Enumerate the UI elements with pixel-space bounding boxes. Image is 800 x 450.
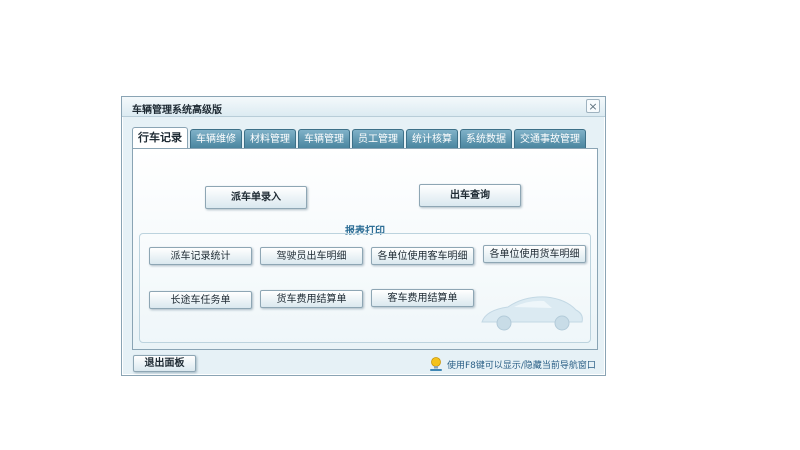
close-button[interactable]: × (586, 99, 600, 113)
tab-materials[interactable]: 材料管理 (244, 129, 296, 148)
long-haul-task-button[interactable]: 长途车任务单 (149, 291, 252, 309)
f8-hint: 使用F8键可以显示/隐藏当前导航窗口 (428, 355, 596, 373)
exit-panel-button[interactable]: 退出面板 (133, 355, 196, 372)
bus-fee-settlement-button[interactable]: 客车费用结算单 (371, 289, 474, 307)
window-title: 车辆管理系统高级版 (132, 105, 222, 116)
tab-staff[interactable]: 员工管理 (352, 129, 404, 148)
report-print-group: 派车记录统计 驾驶员出车明细 各单位使用客车明细 各单位使用货车明细 长途车任务… (139, 233, 591, 343)
tab-trip-records[interactable]: 行车记录 (132, 127, 188, 148)
departure-query-button[interactable]: 出车查询 (419, 184, 521, 207)
hint-text: 使用F8键可以显示/隐藏当前导航窗口 (447, 360, 596, 371)
tab-vehicles[interactable]: 车辆管理 (298, 129, 350, 148)
unit-bus-usage-button[interactable]: 各单位使用客车明细 (371, 247, 474, 265)
title-bar: 车辆管理系统高级版 × (122, 97, 605, 117)
tab-panel: 派车单录入 出车查询 报表打印 派车记录统计 驾驶员出车明细 各单位使用客车明细… (132, 148, 598, 350)
truck-fee-settlement-button[interactable]: 货车费用结算单 (260, 290, 363, 308)
dispatch-entry-button[interactable]: 派车单录入 (205, 186, 307, 209)
main-window: 车辆管理系统高级版 × 行车记录 车辆维修 材料管理 车辆管理 员工管理 统计核… (121, 96, 606, 376)
tab-statistics[interactable]: 统计核算 (406, 129, 458, 148)
tab-bar: 行车记录 车辆维修 材料管理 车辆管理 员工管理 统计核算 系统数据 交通事故管… (132, 127, 598, 149)
tab-system-data[interactable]: 系统数据 (460, 129, 512, 148)
dispatch-stats-button[interactable]: 派车记录统计 (149, 247, 252, 265)
unit-truck-usage-button[interactable]: 各单位使用货车明细 (483, 245, 586, 263)
tab-accidents[interactable]: 交通事故管理 (514, 129, 586, 148)
driver-trips-button[interactable]: 驾驶员出车明细 (260, 247, 363, 265)
car-icon (481, 296, 583, 331)
tab-vehicle-repair[interactable]: 车辆维修 (190, 129, 242, 148)
lightbulb-icon (430, 357, 442, 371)
